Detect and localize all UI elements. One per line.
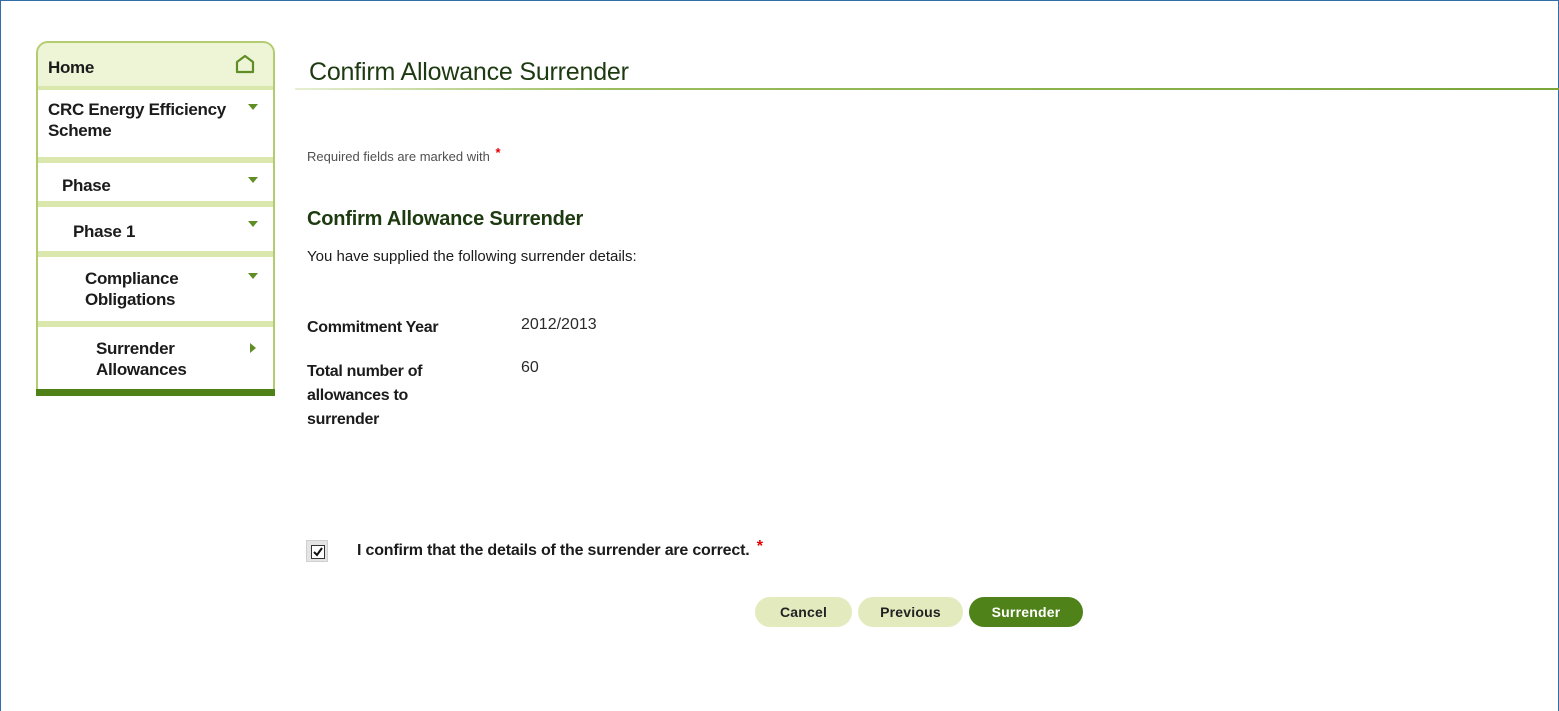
commitment-year-label: Commitment Year bbox=[307, 319, 439, 336]
sidebar-item-label: Phase 1 bbox=[73, 222, 136, 241]
total-allowances-value: 60 bbox=[521, 359, 539, 376]
title-divider bbox=[295, 88, 1559, 90]
app-window: Home CRC Energy Efficiency Scheme Phase … bbox=[0, 0, 1559, 711]
total-allowances-label: Total number of allowances to surrender bbox=[307, 363, 423, 428]
chevron-right-icon bbox=[250, 343, 256, 353]
required-marker: * bbox=[756, 538, 763, 555]
sidebar-item-phase-1[interactable]: Phase 1 bbox=[38, 207, 273, 257]
previous-button[interactable]: Previous bbox=[858, 597, 963, 627]
sidebar-item-phase[interactable]: Phase bbox=[38, 163, 273, 207]
sidebar-footer-bar bbox=[36, 389, 275, 396]
sidebar-item-home[interactable]: Home bbox=[38, 43, 273, 90]
surrender-button[interactable]: Surrender bbox=[969, 597, 1083, 627]
intro-text: You have supplied the following surrende… bbox=[307, 248, 637, 265]
required-note-text: Required fields are marked with bbox=[307, 149, 490, 164]
sidebar-item-label: Surrender Allowances bbox=[96, 339, 187, 379]
sidebar-item-compliance-obligations[interactable]: Compliance Obligations bbox=[38, 257, 273, 327]
chevron-down-icon bbox=[248, 177, 258, 183]
chevron-down-icon bbox=[248, 221, 258, 227]
sidebar-item-surrender-allowances[interactable]: Surrender Allowances bbox=[38, 327, 273, 389]
sidebar-item-label: Compliance Obligations bbox=[85, 269, 179, 309]
sidebar-item-label: CRC Energy Efficiency Scheme bbox=[48, 100, 226, 140]
checkbox-checked-icon bbox=[311, 545, 325, 559]
confirm-checkbox[interactable] bbox=[306, 540, 328, 562]
confirm-label[interactable]: I confirm that the details of the surren… bbox=[357, 538, 763, 560]
confirm-label-text: I confirm that the details of the surren… bbox=[357, 542, 750, 559]
required-fields-note: Required fields are marked with * bbox=[307, 145, 501, 164]
cancel-button[interactable]: Cancel bbox=[755, 597, 852, 627]
sidebar-item-crc-scheme[interactable]: CRC Energy Efficiency Scheme bbox=[38, 90, 273, 163]
chevron-down-icon bbox=[248, 273, 258, 279]
home-icon bbox=[235, 54, 255, 74]
required-marker: * bbox=[495, 145, 501, 160]
sidebar-nav: Home CRC Energy Efficiency Scheme Phase … bbox=[36, 41, 275, 396]
commitment-year-value: 2012/2013 bbox=[521, 316, 597, 333]
section-title: Confirm Allowance Surrender bbox=[307, 208, 584, 230]
page-title: Confirm Allowance Surrender bbox=[309, 58, 629, 86]
sidebar-item-label: Phase bbox=[62, 176, 111, 195]
chevron-down-icon bbox=[248, 104, 258, 110]
